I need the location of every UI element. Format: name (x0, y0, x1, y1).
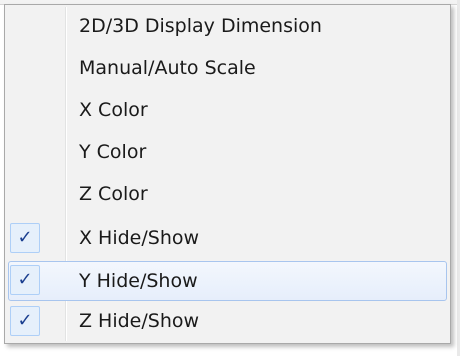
menu-item-label: X Hide/Show (79, 227, 200, 249)
checkmark-icon: ✓ (10, 223, 40, 253)
menu-item-label: 2D/3D Display Dimension (79, 15, 322, 37)
checkmark-icon: ✓ (10, 306, 40, 336)
menu-item-label: Manual/Auto Scale (79, 57, 256, 79)
menu-item-label: Z Hide/Show (79, 310, 200, 332)
menu-item-2d-3d-display-dimension[interactable]: 2D/3D Display Dimension (8, 7, 447, 47)
menu-item-x-color[interactable]: X Color (8, 91, 447, 131)
menu-item-label: Y Color (79, 141, 147, 163)
menu-item-manual-auto-scale[interactable]: Manual/Auto Scale (8, 49, 447, 89)
menu-item-y-color[interactable]: Y Color (8, 133, 447, 173)
menu-item-label: X Color (79, 99, 148, 121)
menu-item-y-hide-show[interactable]: ✓ Y Hide/Show (8, 261, 447, 301)
menu-item-label: Z Color (79, 183, 148, 205)
menu-item-z-hide-show[interactable]: ✓ Z Hide/Show (8, 302, 447, 342)
menu-item-z-color[interactable]: Z Color (8, 175, 447, 215)
checkmark-icon: ✓ (10, 265, 40, 295)
context-menu: 2D/3D Display Dimension Manual/Auto Scal… (4, 4, 451, 344)
menu-item-label: Y Hide/Show (79, 270, 198, 292)
menu-item-x-hide-show[interactable]: ✓ X Hide/Show (8, 219, 447, 259)
